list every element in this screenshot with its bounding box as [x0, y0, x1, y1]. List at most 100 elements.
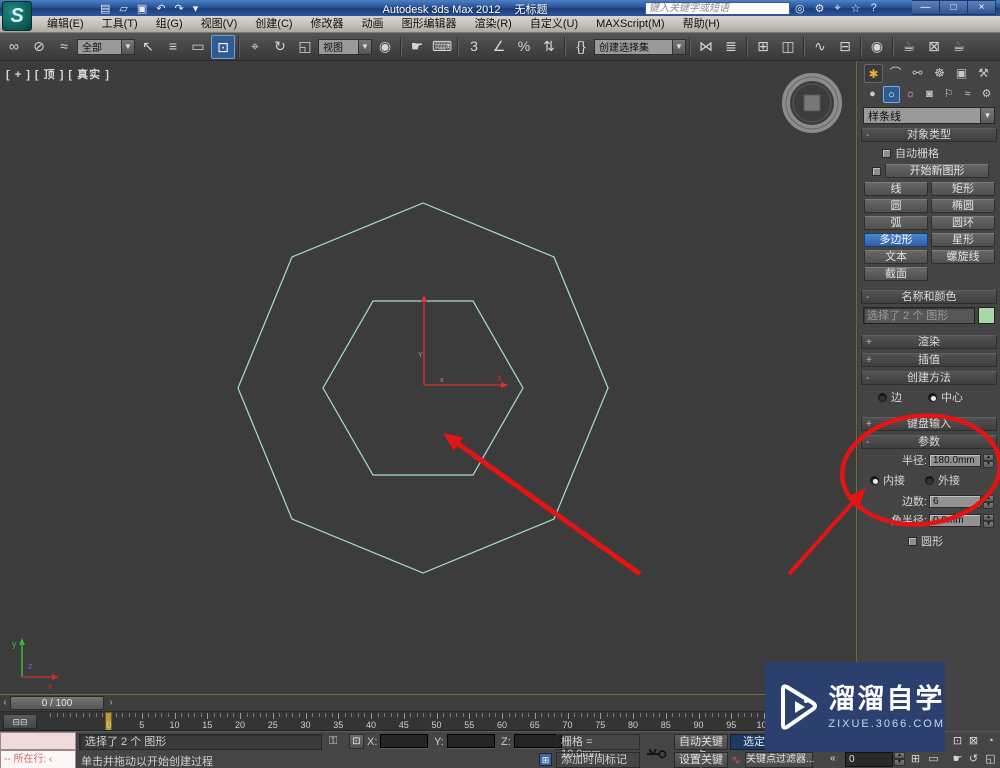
menu-item[interactable]: 帮助(H): [674, 16, 729, 32]
select-and-link-icon[interactable]: ∞: [2, 35, 26, 59]
object-type-button[interactable]: 螺旋线: [931, 250, 995, 264]
use-pivot-center-icon[interactable]: ◉: [373, 35, 397, 59]
menu-item[interactable]: MAXScript(M): [587, 16, 673, 32]
current-frame-field[interactable]: 0: [845, 752, 893, 767]
fov-icon[interactable]: ◔: [983, 734, 998, 749]
minimize-button[interactable]: —: [912, 0, 940, 15]
communication-center-icon[interactable]: ⚙: [815, 2, 825, 15]
object-type-button[interactable]: 弧: [864, 216, 928, 230]
y-coordinate-field[interactable]: [447, 734, 495, 748]
center-radio[interactable]: [928, 392, 937, 402]
start-new-shape-checkbox[interactable]: [872, 166, 881, 176]
save-file-icon[interactable]: ▣: [137, 2, 147, 15]
rollout-interpolation[interactable]: + 插值: [861, 353, 997, 367]
menu-item[interactable]: 自定义(U): [521, 16, 587, 32]
orbit-icon[interactable]: ↺: [966, 752, 981, 767]
spinner-snap-icon[interactable]: ⇅: [537, 35, 561, 59]
add-time-tag[interactable]: 添加时间标记: [556, 752, 640, 768]
open-mini-curve-editor-button[interactable]: ⊟⊟: [3, 714, 37, 729]
tab-geometry[interactable]: ●: [864, 86, 881, 103]
menu-item[interactable]: 视图(V): [192, 16, 247, 32]
rollout-name-color[interactable]: - 名称和颜色: [861, 290, 997, 304]
previous-frame-arrow[interactable]: ‹: [0, 696, 10, 710]
manage-layers-icon[interactable]: ⊞: [751, 35, 775, 59]
schematic-view-icon[interactable]: ⊟: [833, 35, 857, 59]
circular-checkbox[interactable]: [908, 536, 917, 546]
object-type-button[interactable]: 多边形: [864, 233, 928, 247]
select-and-scale-icon[interactable]: ◱: [293, 35, 317, 59]
rollout-creation-method[interactable]: - 创建方法: [861, 371, 997, 385]
open-file-icon[interactable]: ▱: [119, 2, 127, 15]
select-object-icon[interactable]: ↖: [136, 35, 160, 59]
rendered-frame-window-icon[interactable]: ⊠: [922, 35, 946, 59]
edge-radio[interactable]: [878, 392, 887, 402]
tab-motion[interactable]: ☸: [930, 64, 949, 83]
select-and-manipulate-icon[interactable]: ☛: [405, 35, 429, 59]
zoom-region-icon[interactable]: ▭: [926, 752, 941, 767]
tab-helpers[interactable]: ⚐: [940, 86, 957, 103]
rollout-keyboard-entry[interactable]: + 键盘输入: [861, 417, 997, 431]
object-type-button[interactable]: 椭圆: [931, 199, 995, 213]
frame-spinner[interactable]: ▲ ▼: [894, 752, 905, 766]
window-crossing-icon[interactable]: ⊡: [211, 34, 235, 59]
help-icon[interactable]: ?: [871, 2, 877, 14]
curve-editor-icon[interactable]: ∿: [808, 35, 832, 59]
tab-systems[interactable]: ⚙: [978, 86, 995, 103]
sides-field[interactable]: 6: [929, 494, 981, 508]
render-production-icon[interactable]: ☕: [947, 35, 971, 59]
application-menu-button[interactable]: Ѕ: [2, 1, 32, 31]
zoom-extents-icon[interactable]: ⊡: [950, 734, 965, 749]
time-slider-track[interactable]: ‹ 0 / 100 ›: [0, 695, 857, 712]
zoom-all-icon[interactable]: ⊠: [966, 734, 981, 749]
auto-key-button[interactable]: 自动关键点: [674, 734, 728, 762]
start-new-shape-button[interactable]: 开始新图形: [885, 164, 989, 178]
workspace-dropdown-icon[interactable]: ▾: [193, 2, 199, 15]
viewcube[interactable]: [778, 69, 848, 139]
corner-radius-field[interactable]: 0.0mm: [929, 513, 981, 527]
menu-item[interactable]: 组(G): [147, 16, 192, 32]
tab-cameras[interactable]: ◙: [921, 86, 938, 103]
pan-hand-icon[interactable]: ☛: [950, 752, 965, 767]
menu-item[interactable]: 动画: [353, 16, 393, 32]
tab-utilities[interactable]: ⚒: [974, 64, 993, 83]
object-type-button[interactable]: 圆环: [931, 216, 995, 230]
rectangular-selection-region-icon[interactable]: ▭: [186, 35, 210, 59]
maxscript-mini-listener[interactable]: [0, 732, 76, 750]
sides-spinner[interactable]: ▲ ▼: [983, 494, 994, 509]
corner-radius-spinner[interactable]: ▲ ▼: [983, 513, 994, 528]
render-setup-icon[interactable]: ☕: [897, 35, 921, 59]
object-type-button[interactable]: 线: [864, 182, 928, 196]
rollout-rendering[interactable]: + 渲染: [861, 335, 997, 349]
rollout-object-type[interactable]: - 对象类型: [861, 128, 997, 142]
shape-type-dropdown[interactable]: 样条线 ▼: [863, 107, 995, 124]
absolute-mode-icon[interactable]: ⊡: [349, 734, 364, 749]
object-type-button[interactable]: 星形: [931, 233, 995, 247]
redo-icon[interactable]: ↷: [175, 2, 184, 15]
search-input[interactable]: 键入关键字或短语: [645, 2, 790, 15]
mirror-icon[interactable]: ⋈: [694, 35, 718, 59]
menu-item[interactable]: 编辑(E): [38, 16, 93, 32]
zoom-icon[interactable]: ⊞: [908, 752, 923, 767]
align-icon[interactable]: ≣: [719, 35, 743, 59]
set-key-button[interactable]: 设置关键点: [674, 752, 728, 768]
select-by-name-icon[interactable]: ≡: [161, 35, 185, 59]
keyboard-override-icon[interactable]: ⌨: [430, 35, 454, 59]
select-and-move-icon[interactable]: ⌖: [243, 35, 267, 59]
close-button[interactable]: ×: [968, 0, 996, 15]
object-type-button[interactable]: 圆: [864, 199, 928, 213]
rollout-parameters[interactable]: - 参数: [861, 435, 997, 449]
object-type-button[interactable]: 截面: [864, 267, 928, 281]
maxscript-listener-line[interactable]: -- 所在行: ‹: [0, 750, 76, 768]
tab-create[interactable]: ✱: [864, 64, 883, 83]
new-file-icon[interactable]: ▤: [100, 2, 110, 15]
object-name-field[interactable]: 选择了 2 个 图形: [863, 307, 975, 324]
next-frame-arrow[interactable]: ›: [106, 696, 116, 710]
percent-snap-icon[interactable]: %: [512, 35, 536, 59]
tab-shapes[interactable]: ○: [883, 86, 900, 103]
circumscribed-radio[interactable]: [925, 475, 934, 485]
material-editor-icon[interactable]: ◉: [865, 35, 889, 59]
selection-filter-dropdown[interactable]: 全部 ▼: [77, 38, 135, 55]
z-coordinate-field[interactable]: [514, 734, 562, 748]
menu-item[interactable]: 渲染(R): [466, 16, 521, 32]
undo-icon[interactable]: ↶: [156, 2, 165, 15]
